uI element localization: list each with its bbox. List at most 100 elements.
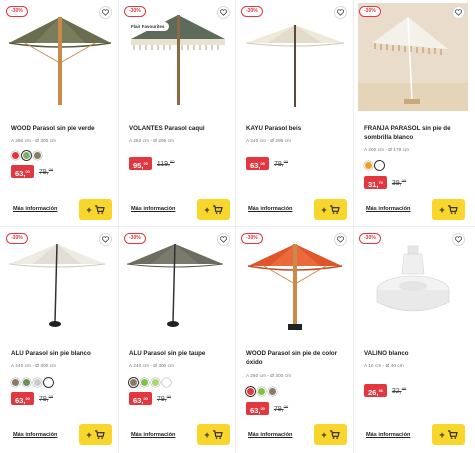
add-to-cart-button[interactable]: + [79,424,112,445]
color-swatch[interactable] [151,378,160,387]
product-title[interactable]: FRANJA PARASOL sin pie de sombrilla blan… [364,124,464,142]
cart-icon [94,430,105,439]
product-title[interactable]: WOOD Parasol sin pie verde [11,124,111,133]
discount-badge: -30% [359,6,381,17]
wishlist-heart-icon[interactable] [99,6,112,19]
product-image[interactable] [358,230,468,338]
price-block: 31,70 39,00 [364,176,406,189]
more-info-link[interactable]: Más información [13,206,57,212]
cart-icon [329,205,340,214]
add-to-cart-button[interactable]: + [79,199,112,220]
product-image[interactable] [240,3,350,111]
wishlist-heart-icon[interactable] [334,233,347,246]
color-swatch[interactable] [11,151,20,160]
more-info-link[interactable]: Más información [13,432,57,438]
original-price: 79,00 [273,159,289,168]
color-swatch[interactable] [140,378,149,387]
color-swatches [11,378,53,387]
color-swatch[interactable] [375,161,384,170]
add-to-cart-button[interactable]: + [432,424,465,445]
color-swatches [364,161,384,170]
product-title[interactable]: KAYU Parasol beis [246,124,346,133]
color-swatches [11,151,42,160]
wishlist-heart-icon[interactable] [217,233,230,246]
product-card[interactable]: -30% ALU Parasol sin pie taupe A 240 cm … [120,227,234,453]
product-image[interactable] [5,230,115,338]
color-swatch[interactable] [246,387,255,396]
add-to-cart-button[interactable]: + [314,199,347,220]
more-info-link[interactable]: Más información [131,206,175,212]
color-swatch[interactable] [162,378,171,387]
product-dimensions: A 240 cm - Ø 296 cm [246,139,292,144]
product-title[interactable]: WOOD Parasol sin pie de color óxido [246,349,346,367]
favourite-tag: Flair Favourites [127,22,169,31]
more-info-link[interactable]: Más información [131,432,175,438]
product-title[interactable]: VALINO blanco [364,349,464,358]
add-to-cart-button[interactable]: + [197,199,230,220]
more-info-link[interactable]: Más información [366,432,410,438]
cart-icon [447,205,458,214]
add-to-cart-button[interactable]: + [314,424,347,445]
product-image[interactable] [240,230,350,338]
sale-price: 63,00 [11,392,34,405]
color-swatch[interactable] [129,378,138,387]
product-card[interactable]: -30% VALINO blanco A 10 cm - Ø 40 cm 26,… [355,227,469,453]
cart-icon [212,205,223,214]
cart-icon [447,430,458,439]
color-swatch[interactable] [364,161,373,170]
product-title[interactable]: ALU Parasol sin pie blanco [11,349,111,358]
sale-price: 63,00 [129,392,152,405]
wishlist-heart-icon[interactable] [217,6,230,19]
product-dimensions: A 260 cm - Ø 300 cm [11,139,57,144]
discount-badge: -30% [6,233,28,244]
original-price: 79,00 [156,394,172,403]
discount-badge: -30% [124,6,146,17]
color-swatch[interactable] [257,387,266,396]
discount-badge: -30% [241,6,263,17]
discount-badge: -30% [241,233,263,244]
sale-price: 95,20 [129,157,152,170]
wishlist-heart-icon[interactable] [452,233,465,246]
sale-price: 26,36 [364,384,387,397]
price-block: 63,00 79,00 [246,157,288,170]
product-dimensions: A 260 cm - Ø 300 cm [246,374,292,379]
wishlist-heart-icon[interactable] [334,6,347,19]
cart-icon [94,205,105,214]
product-card[interactable]: -30% Flair Favourites VOLANTES Parasol c… [120,0,234,226]
product-card[interactable]: -30% FRANJA PARASOL sin pie de sombrilla… [355,0,469,226]
color-swatch[interactable] [22,378,31,387]
more-info-link[interactable]: Más información [248,206,292,212]
product-card[interactable]: -30% KAYU Parasol beis A 240 cm - Ø 296 … [237,0,351,226]
color-swatch[interactable] [11,378,20,387]
product-image[interactable] [5,3,115,111]
wishlist-heart-icon[interactable] [99,233,112,246]
product-card[interactable]: -30% ALU Parasol sin pie blanco A 240 cm… [2,227,116,453]
product-title[interactable]: VOLANTES Parasol caqui [129,124,229,133]
product-dimensions: A 263 cm - Ø 295 cm [129,139,175,144]
add-to-cart-button[interactable]: + [197,424,230,445]
color-swatches [129,378,171,387]
color-swatch[interactable] [22,151,31,160]
sale-price: 63,00 [246,402,269,415]
color-swatches [246,387,277,396]
wishlist-heart-icon[interactable] [452,6,465,19]
product-dimensions: A 240 cm - Ø 300 cm [129,364,175,369]
product-title[interactable]: ALU Parasol sin pie taupe [129,349,229,358]
product-card[interactable]: -30% WOOD Parasol sin pie verde A 260 cm… [2,0,116,226]
product-image[interactable] [123,3,233,111]
color-swatch[interactable] [268,387,277,396]
price-block: 63,00 79,00 [246,402,288,415]
more-info-link[interactable]: Más información [366,206,410,212]
product-dimensions: A 10 cm - Ø 40 cm [364,364,404,369]
color-swatch[interactable] [44,378,53,387]
color-swatch[interactable] [33,378,42,387]
original-price: 39,00 [391,178,407,187]
discount-badge: -30% [359,233,381,244]
product-image[interactable] [123,230,233,338]
color-swatch[interactable] [33,151,42,160]
product-card[interactable]: -30% WOOD Parasol sin pie de color óxido… [237,227,351,453]
more-info-link[interactable]: Más información [248,432,292,438]
product-image[interactable] [358,3,468,111]
original-price: 79,00 [38,394,54,403]
add-to-cart-button[interactable]: + [432,199,465,220]
